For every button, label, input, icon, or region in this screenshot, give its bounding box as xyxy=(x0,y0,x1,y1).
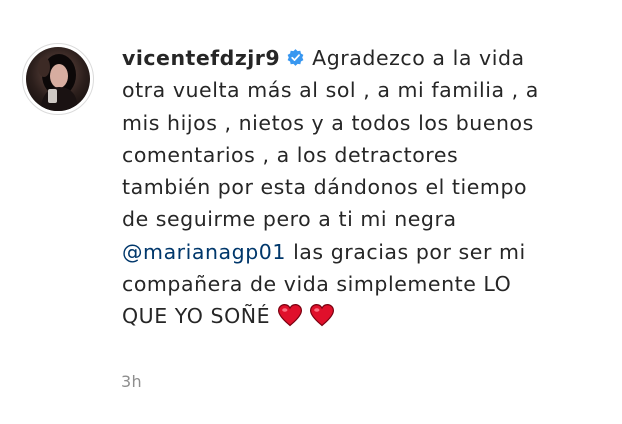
comment-line: otra vuelta más al sol , a mi familia , … xyxy=(122,78,539,103)
comment-line: también por esta dándonos el tiempo xyxy=(122,175,528,200)
comment-line: de seguirme pero a ti mi negra xyxy=(122,207,457,232)
comment-line: QUE YO SOÑÉ xyxy=(122,300,602,332)
verified-badge-icon xyxy=(286,44,305,66)
comment-text: las gracias por ser mi xyxy=(293,239,526,264)
comment-timestamp[interactable]: 3h xyxy=(121,372,142,391)
comment-line: mis hijos , nietos y a todos los buenos xyxy=(122,110,534,135)
comment-line: @marianagp01 las gracias por ser mi xyxy=(122,236,602,268)
comment-line: comentarios , a los detractores xyxy=(122,142,459,167)
avatar[interactable] xyxy=(26,47,90,111)
username-link[interactable]: vicentefdzjr9 xyxy=(122,46,280,70)
mention-link[interactable]: @marianagp01 xyxy=(122,240,286,264)
comment: vicentefdzjr9 Agradezco a la vida otra vu… xyxy=(0,0,622,424)
comment-body: vicentefdzjr9 Agradezco a la vida otra vu… xyxy=(122,42,602,333)
comment-line: compañera de vida simplemente LO xyxy=(122,272,512,297)
heart-emoji-icon xyxy=(309,303,335,327)
heart-emoji-icon xyxy=(277,303,303,327)
comment-line: vicentefdzjr9 Agradezco a la vida xyxy=(122,42,602,74)
comment-text: QUE YO SOÑÉ xyxy=(122,304,271,329)
comment-text: Agradezco a la vida xyxy=(312,46,525,70)
